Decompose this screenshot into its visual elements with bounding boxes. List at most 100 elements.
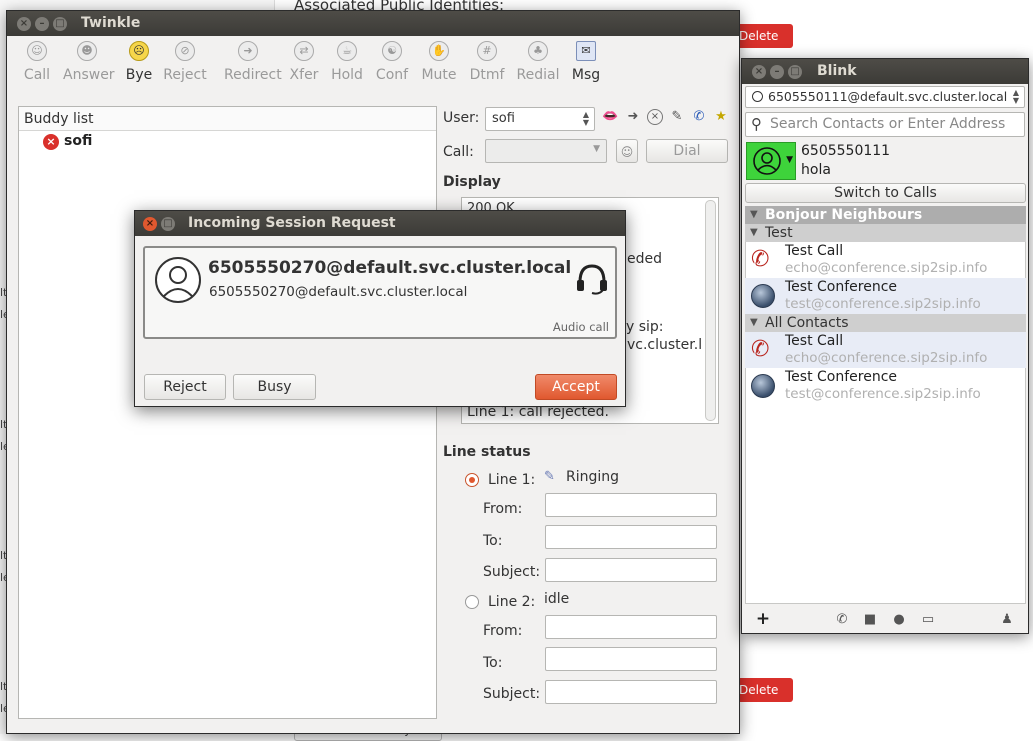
add-contact-button[interactable]: +	[755, 609, 771, 629]
chat-icon[interactable]: ●	[891, 612, 907, 627]
line2-to-field[interactable]	[545, 647, 717, 671]
reject-button[interactable]: Reject	[144, 374, 226, 400]
my-status-note[interactable]: hola	[801, 162, 831, 178]
address-book-button[interactable]: ☺	[616, 139, 638, 163]
line1-subject-field[interactable]	[545, 558, 717, 582]
toolbar-dtmf-button[interactable]: # Dtmf	[463, 41, 511, 83]
toolbar-answer-button[interactable]: ☻ Answer	[63, 41, 115, 83]
accept-button[interactable]: Accept	[535, 374, 617, 400]
spinner-icon: ▲ ▼	[582, 110, 589, 127]
toolbar-label: Mute	[421, 67, 457, 83]
toolbar-hold-button[interactable]: ☕ Hold	[323, 41, 371, 83]
caller-name: 6505550270@default.svc.cluster.local	[208, 258, 572, 278]
avatar-icon	[155, 257, 201, 303]
search-placeholder: Search Contacts or Enter Address	[770, 116, 1006, 132]
user-label: User:	[443, 110, 480, 126]
account-selector[interactable]: 6505550111@default.svc.cluster.local ▲ ▼	[745, 86, 1025, 108]
busy-button[interactable]: Busy	[233, 374, 316, 400]
video-call-icon[interactable]: ■	[862, 612, 878, 627]
search-contacts-input[interactable]: ⚲ Search Contacts or Enter Address	[745, 112, 1025, 137]
user-select[interactable]: sofi ▲ ▼	[485, 107, 595, 131]
chevron-down-icon: ▼	[593, 144, 600, 154]
display-scrollbar[interactable]	[705, 200, 716, 421]
toolbar-xfer-button[interactable]: ⇄ Xfer	[280, 41, 328, 83]
avatar-icon	[753, 147, 781, 175]
contact-item[interactable]: ✆ Test Call echo@conference.sip2sip.info	[745, 332, 1026, 368]
message-icon: ✉	[576, 41, 596, 61]
group-bonjour-neighbours[interactable]: Bonjour Neighbours	[745, 206, 1026, 224]
toolbar-reject-button[interactable]: ⊘ Reject	[161, 41, 209, 83]
offline-status-icon: ×	[43, 134, 59, 150]
toolbar-label: Call	[23, 67, 51, 83]
presence-button[interactable]: ▼	[746, 142, 796, 180]
dnd-icon[interactable]: ×	[647, 109, 663, 125]
contact-item[interactable]: ✆ Test Call echo@conference.sip2sip.info	[745, 242, 1026, 278]
maximize-icon[interactable]: □	[161, 217, 175, 231]
maximize-icon[interactable]: □	[53, 17, 67, 31]
minimize-icon[interactable]: –	[35, 17, 49, 31]
maximize-icon[interactable]: □	[788, 65, 802, 79]
toolbar-label: Redial	[516, 67, 560, 83]
group-test[interactable]: Test	[745, 224, 1026, 242]
contact-address: echo@conference.sip2sip.info	[785, 350, 988, 366]
from-label: From:	[483, 501, 523, 517]
incoming-session-dialog: × □ Incoming Session Request 6505550270@…	[134, 210, 626, 407]
conference-icon: ☯	[382, 41, 402, 61]
buddy-list-header: Buddy list	[19, 107, 436, 131]
call-type-label: Audio call	[552, 320, 609, 334]
switch-to-calls-button[interactable]: Switch to Calls	[745, 183, 1026, 203]
lips-icon[interactable]: 👄	[602, 109, 618, 125]
close-icon[interactable]: ×	[752, 65, 766, 79]
screen-share-icon[interactable]: ▭	[920, 612, 936, 627]
call-address-combobox[interactable]: ▼	[485, 139, 607, 163]
blink-titlebar: × – □ Blink	[742, 59, 1028, 84]
star-icon[interactable]: ★	[713, 109, 729, 125]
window-title: Blink	[817, 63, 857, 79]
toolbar-conf-button[interactable]: ☯ Conf	[368, 41, 416, 83]
line2-from-field[interactable]	[545, 615, 717, 639]
silence-icon[interactable]: ♟	[999, 612, 1015, 627]
line2-radio[interactable]	[465, 595, 479, 609]
reject-icon: ⊘	[175, 41, 195, 61]
line-status-label: Line status	[443, 444, 531, 460]
delete-button[interactable]: Delete	[733, 678, 793, 702]
headset-icon	[577, 264, 607, 295]
buddy-item-sofi[interactable]: sofi	[64, 133, 92, 149]
chevron-down-icon: ▼	[786, 155, 793, 165]
minimize-icon[interactable]: –	[770, 65, 784, 79]
close-icon[interactable]: ×	[143, 217, 157, 231]
delete-button[interactable]: Delete	[733, 24, 793, 48]
auto-answer-icon[interactable]: ✎	[669, 109, 685, 125]
contact-item[interactable]: Test Conference test@conference.sip2sip.…	[745, 368, 1026, 404]
toolbar-msg-button[interactable]: ✉ Msg	[562, 41, 610, 83]
toolbar-call-button[interactable]: ☺ Call	[13, 41, 61, 83]
twinkle-titlebar: × – □ Twinkle	[7, 11, 739, 36]
contact-item[interactable]: Test Conference test@conference.sip2sip.…	[745, 278, 1026, 314]
subject-label: Subject:	[483, 564, 541, 580]
dial-button[interactable]: Dial	[646, 139, 728, 163]
close-icon[interactable]: ×	[17, 17, 31, 31]
toolbar-bye-button[interactable]: ☹ Bye	[115, 41, 163, 83]
toolbar-redirect-button[interactable]: ➜ Redirect	[224, 41, 282, 83]
subject-label: Subject:	[483, 686, 541, 702]
toolbar-redial-button[interactable]: ♣ Redial	[514, 41, 562, 83]
redirect-arrow-icon[interactable]: ➜	[625, 109, 641, 125]
line1-radio[interactable]	[465, 473, 479, 487]
group-all-contacts[interactable]: All Contacts	[745, 314, 1026, 332]
toolbar-label: Conf	[375, 67, 409, 83]
buddy-list[interactable]: Buddy list × sofi	[18, 106, 437, 719]
toolbar-label: Hold	[331, 67, 363, 83]
toolbar-mute-button[interactable]: ✋ Mute	[415, 41, 463, 83]
toolbar-label: Answer	[63, 67, 115, 83]
line1-to-field[interactable]	[545, 525, 717, 549]
call-icon: ☺	[27, 41, 47, 61]
toolbar-label: Redirect	[224, 67, 282, 83]
display-label: Display	[443, 174, 501, 190]
line1-from-field[interactable]	[545, 493, 717, 517]
phone-icon[interactable]: ✆	[691, 109, 707, 125]
line2-subject-field[interactable]	[545, 680, 717, 704]
redial-icon: ♣	[528, 41, 548, 61]
radio-icon	[752, 91, 763, 102]
audio-call-icon[interactable]: ✆	[834, 612, 850, 627]
window-title: Twinkle	[81, 15, 141, 31]
